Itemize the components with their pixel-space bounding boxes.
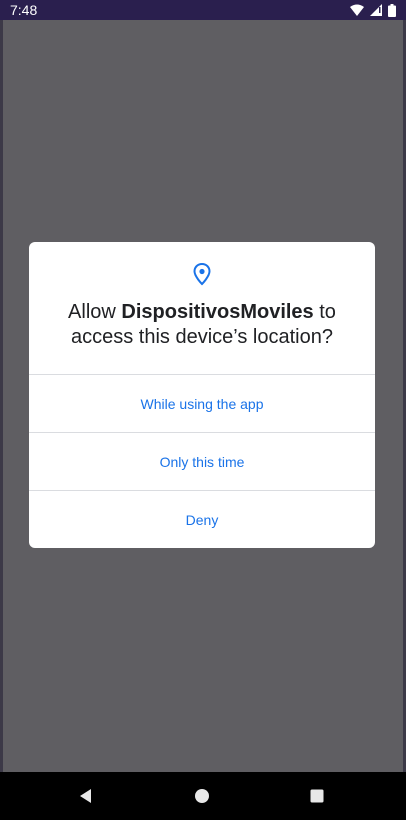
deny-button[interactable]: Deny [29,491,375,548]
signal-icon [370,4,382,16]
home-icon[interactable] [190,784,214,808]
navigation-bar [0,772,406,820]
battery-icon [388,3,396,17]
wifi-icon [350,4,364,16]
while-using-app-button[interactable]: While using the app [29,375,375,432]
status-bar: 7:48 [0,0,406,20]
back-icon[interactable] [74,784,98,808]
location-permission-dialog: Allow DispositivosMoviles to access this… [29,242,375,548]
recents-icon[interactable] [305,784,329,808]
status-time: 7:48 [10,2,38,18]
status-icons [350,3,396,17]
location-pin-icon [191,262,213,286]
only-this-time-button[interactable]: Only this time [29,433,375,490]
dialog-title: Allow DispositivosMoviles to access this… [39,300,365,350]
dialog-header: Allow DispositivosMoviles to access this… [29,242,375,374]
app-name: DispositivosMoviles [121,301,314,323]
title-prefix: Allow [68,301,122,323]
